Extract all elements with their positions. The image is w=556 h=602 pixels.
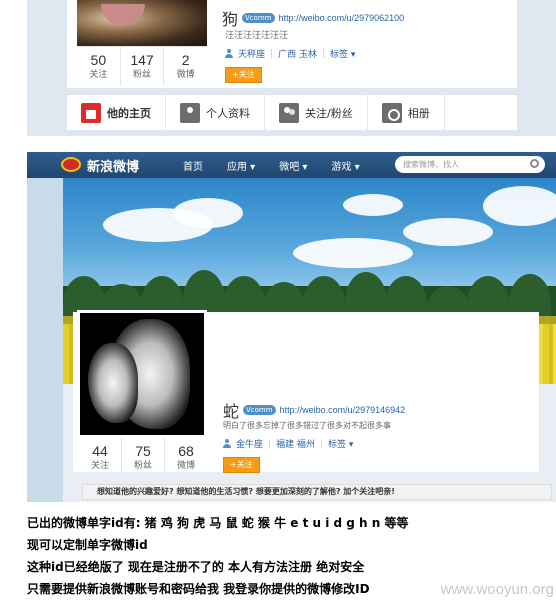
location-link[interactable]: 福建 福州 xyxy=(276,437,315,450)
location-link[interactable]: 广西 玉林 xyxy=(278,47,317,60)
weibo-eye-icon xyxy=(61,157,81,172)
profile-stats: 50 关注 147 粉丝 2 微博 xyxy=(77,46,207,86)
tab-label: 他的主页 xyxy=(107,106,151,120)
profile-tabs: 他的主页 个人资料 关注/粉丝 相册 xyxy=(67,94,517,130)
astro-link[interactable]: 天秤座 xyxy=(238,47,265,60)
stat-label: 关注 xyxy=(90,461,109,471)
stat-number: 75 xyxy=(135,443,151,459)
tab-label: 关注/粉丝 xyxy=(305,106,353,120)
follow-button[interactable]: +关注 xyxy=(225,67,262,83)
tags-dropdown[interactable]: 标签 ▾ xyxy=(328,437,353,450)
caption-line: 现可以定制单字微博id xyxy=(27,538,148,552)
profile-header: 蛇 Vcomm http://weibo.com/u/2979146942 xyxy=(223,398,405,422)
avatar[interactable] xyxy=(77,310,207,438)
stat-number: 68 xyxy=(178,443,194,459)
stat-number: 2 xyxy=(181,52,190,68)
profile-bio: 汪汪汪汪汪汪汪 xyxy=(225,31,289,41)
profile-name: 蛇 xyxy=(223,402,240,421)
stat-label: 粉丝 xyxy=(133,70,152,80)
nav-menu: 首页 应用 ▾ 微吧 ▾ 游戏 ▾ xyxy=(183,158,360,173)
profile-name: 狗 xyxy=(222,10,239,29)
stat-label: 微博 xyxy=(176,70,195,80)
nav-games[interactable]: 游戏 ▾ xyxy=(331,158,359,173)
stat-followers[interactable]: 75 粉丝 xyxy=(122,438,165,474)
profile-icon xyxy=(180,102,200,123)
stat-following[interactable]: 50 关注 xyxy=(77,47,121,86)
person-icon xyxy=(225,49,233,58)
weibo-logo[interactable]: 新浪微博 xyxy=(27,152,157,178)
astro-link[interactable]: 金牛座 xyxy=(236,437,263,450)
search-icon[interactable] xyxy=(530,159,539,168)
stat-number: 44 xyxy=(92,443,108,459)
profile-screenshot-1: 50 关注 147 粉丝 2 微博 狗 Vcomm http://weibo.c… xyxy=(27,0,556,136)
profile-tags: 金牛座 | 福建 福州 | 标签 ▾ xyxy=(223,437,353,450)
left-decoration xyxy=(27,178,63,502)
caption-line: 这种id已经绝版了 现在是注册不了的 本人有方法注册 绝对安全 xyxy=(27,560,365,574)
watermark: www.wooyun.org xyxy=(440,581,554,598)
profile-tags: 天秤座 | 广西 玉林 | 标签 ▾ xyxy=(225,47,355,60)
stat-weibo[interactable]: 2 微博 xyxy=(164,47,207,86)
profile-bio: 明白了很多忘掉了很多错过了很多对不起很多事 xyxy=(223,421,391,430)
stat-weibo[interactable]: 68 微博 xyxy=(165,438,207,474)
nav-apps[interactable]: 应用 ▾ xyxy=(227,158,255,173)
camera-icon xyxy=(381,102,402,123)
person-icon xyxy=(223,439,231,448)
stat-following[interactable]: 44 关注 xyxy=(79,438,122,474)
caption-line: 已出的微博单字id有: 猪 鸡 狗 虎 马 鼠 蛇 猴 牛 e t u i d … xyxy=(27,516,409,530)
follow-icon xyxy=(279,102,299,123)
divider: | xyxy=(319,438,323,449)
profile-url[interactable]: http://weibo.com/u/2979146942 xyxy=(280,405,406,415)
stat-label: 粉丝 xyxy=(133,461,152,471)
profile-stats: 44 关注 75 粉丝 68 微博 xyxy=(79,438,207,474)
tags-label: 标签 xyxy=(329,50,348,60)
search-placeholder: 搜索微博、找人 xyxy=(403,160,459,169)
follow-button[interactable]: +关注 xyxy=(223,457,260,473)
nav-weiba[interactable]: 微吧 ▾ xyxy=(279,158,307,173)
tab-label: 相册 xyxy=(407,106,430,120)
avatar[interactable] xyxy=(77,0,207,46)
tags-dropdown[interactable]: 标签 ▾ xyxy=(330,47,355,60)
tab-label: 个人资料 xyxy=(206,106,250,120)
stat-number: 50 xyxy=(90,52,107,68)
follow-prompt: 想知道他的兴趣爱好? 想知道他的生活习惯? 想要更加深刻的了解他? 加个关注吧亲… xyxy=(82,484,552,500)
profile-screenshot-2: 新浪微博 首页 应用 ▾ 微吧 ▾ 游戏 ▾ 搜索微博、找人 44 关注 75 … xyxy=(27,152,556,502)
divider: | xyxy=(321,48,325,59)
stat-label: 微博 xyxy=(176,461,195,471)
verified-badge[interactable]: Vcomm xyxy=(242,13,275,23)
nav-home[interactable]: 首页 xyxy=(183,158,203,173)
stat-number: 147 xyxy=(130,52,154,68)
divider: | xyxy=(270,48,274,59)
top-navbar: 新浪微博 首页 应用 ▾ 微吧 ▾ 游戏 ▾ 搜索微博、找人 xyxy=(27,152,556,178)
tab-album[interactable]: 相册 xyxy=(368,95,445,130)
divider: | xyxy=(268,438,272,449)
tab-follow[interactable]: 关注/粉丝 xyxy=(265,95,368,130)
search-input[interactable]: 搜索微博、找人 xyxy=(395,156,545,173)
profile-url[interactable]: http://weibo.com/u/2979062100 xyxy=(279,13,405,23)
tab-home[interactable]: 他的主页 xyxy=(67,95,166,130)
tags-label: 标签 xyxy=(327,440,346,450)
verified-badge[interactable]: Vcomm xyxy=(243,405,276,415)
stat-label: 关注 xyxy=(89,70,108,80)
logo-text: 新浪微博 xyxy=(87,159,140,175)
profile-header: 狗 Vcomm http://weibo.com/u/2979062100 xyxy=(222,6,404,30)
stat-followers[interactable]: 147 粉丝 xyxy=(121,47,165,86)
home-icon xyxy=(81,102,101,123)
tab-profile[interactable]: 个人资料 xyxy=(166,95,265,130)
